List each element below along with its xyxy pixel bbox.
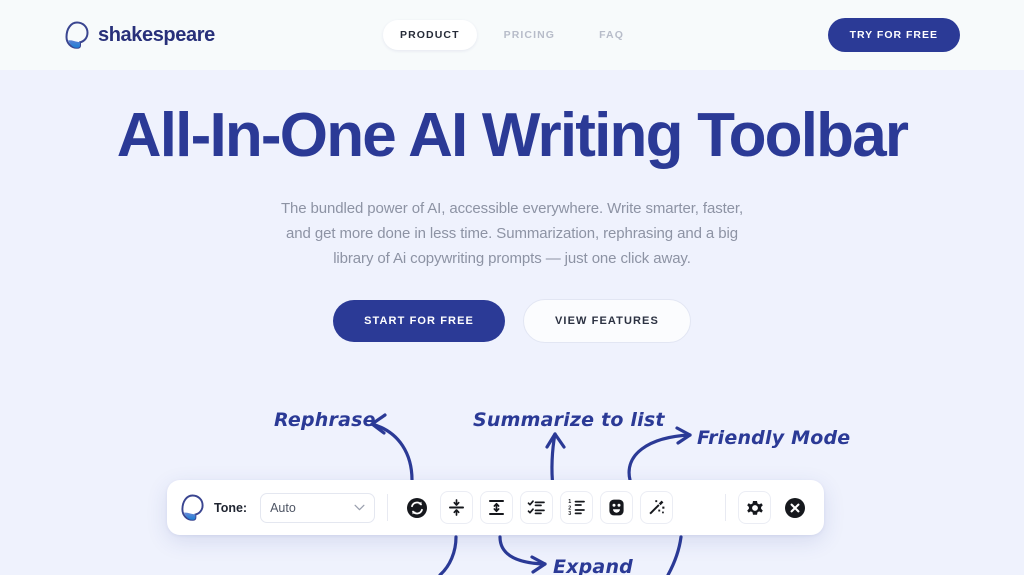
magic-wand-button[interactable] [640, 491, 674, 524]
nav-item-product[interactable]: PRODUCT [383, 20, 477, 50]
tone-label: Tone: [214, 500, 248, 515]
site-header: shakespeare PRODUCT PRICING FAQ TRY FOR … [0, 0, 1024, 70]
numbered-list-button[interactable]: 1 2 3 [560, 491, 594, 524]
annotation-label-friendly-mode: Friendly Mode [697, 427, 851, 449]
refresh-circle-icon [406, 497, 427, 518]
arrow-shorten [438, 535, 458, 575]
numbered-list-icon: 1 2 3 [568, 499, 585, 517]
nav-item-pricing[interactable]: PRICING [487, 20, 572, 50]
nav-item-faq[interactable]: FAQ [582, 20, 641, 50]
tone-selected-value: Auto [270, 500, 296, 515]
arrowhead-friendly [675, 426, 692, 445]
close-circle-icon [784, 497, 805, 518]
close-button[interactable] [778, 491, 811, 524]
expand-arrows-icon [489, 500, 505, 515]
checklist-button[interactable] [520, 491, 554, 524]
subtitle-line-2: and get more done in less time. Summariz… [286, 224, 738, 242]
arrowhead-summarize [545, 432, 566, 449]
arrow-rephrase [370, 422, 414, 482]
view-features-button[interactable]: VIEW FEATURES [522, 298, 691, 343]
magic-wand-icon [649, 500, 665, 515]
arrow-expand [498, 535, 547, 566]
settings-button[interactable] [738, 491, 771, 524]
arrow-friendly [627, 433, 692, 482]
checklist-icon [527, 500, 545, 515]
arrow-magic-wand [666, 535, 683, 575]
annotation-label-summarize: Summarize to list [473, 409, 665, 431]
chevron-down-icon [354, 504, 365, 511]
gear-icon [746, 500, 763, 515]
hero-section: All-In-One AI Writing Toolbar The bundle… [0, 70, 1024, 343]
start-for-free-button[interactable]: START FOR FREE [333, 299, 505, 342]
page-title: All-In-One AI Writing Toolbar [116, 101, 909, 170]
writing-toolbar[interactable]: Tone: Auto 1 2 3 [167, 480, 824, 535]
shorten-button[interactable] [440, 491, 474, 524]
hero-cta-row: START FOR FREE VIEW FEATURES [0, 298, 1024, 343]
arrowhead-rephrase [370, 413, 387, 435]
toolbar-divider-1 [387, 494, 389, 521]
annotation-label-rephrase: Rephrase [274, 409, 376, 431]
rephrase-button[interactable] [400, 491, 434, 524]
toolbar-logo-icon [181, 494, 204, 521]
shorten-arrows-icon [449, 499, 465, 516]
smiley-icon [609, 499, 624, 516]
tone-select[interactable]: Auto [260, 492, 376, 523]
arrowhead-expand [530, 555, 547, 574]
subtitle-line-3: library of Ai copywriting prompts — just… [333, 249, 691, 267]
toolbar-divider-2 [725, 494, 726, 521]
friendly-mode-button[interactable] [600, 491, 634, 524]
expand-button[interactable] [480, 491, 514, 524]
svg-text:1: 1 [568, 499, 571, 505]
svg-text:3: 3 [568, 511, 571, 517]
annotation-label-expand: Expand [553, 556, 633, 575]
subtitle-line-1: The bundled power of AI, accessible ever… [280, 199, 744, 217]
try-for-free-button[interactable]: TRY FOR FREE [827, 18, 960, 52]
hero-subtitle: The bundled power of AI, accessible ever… [0, 196, 1024, 271]
